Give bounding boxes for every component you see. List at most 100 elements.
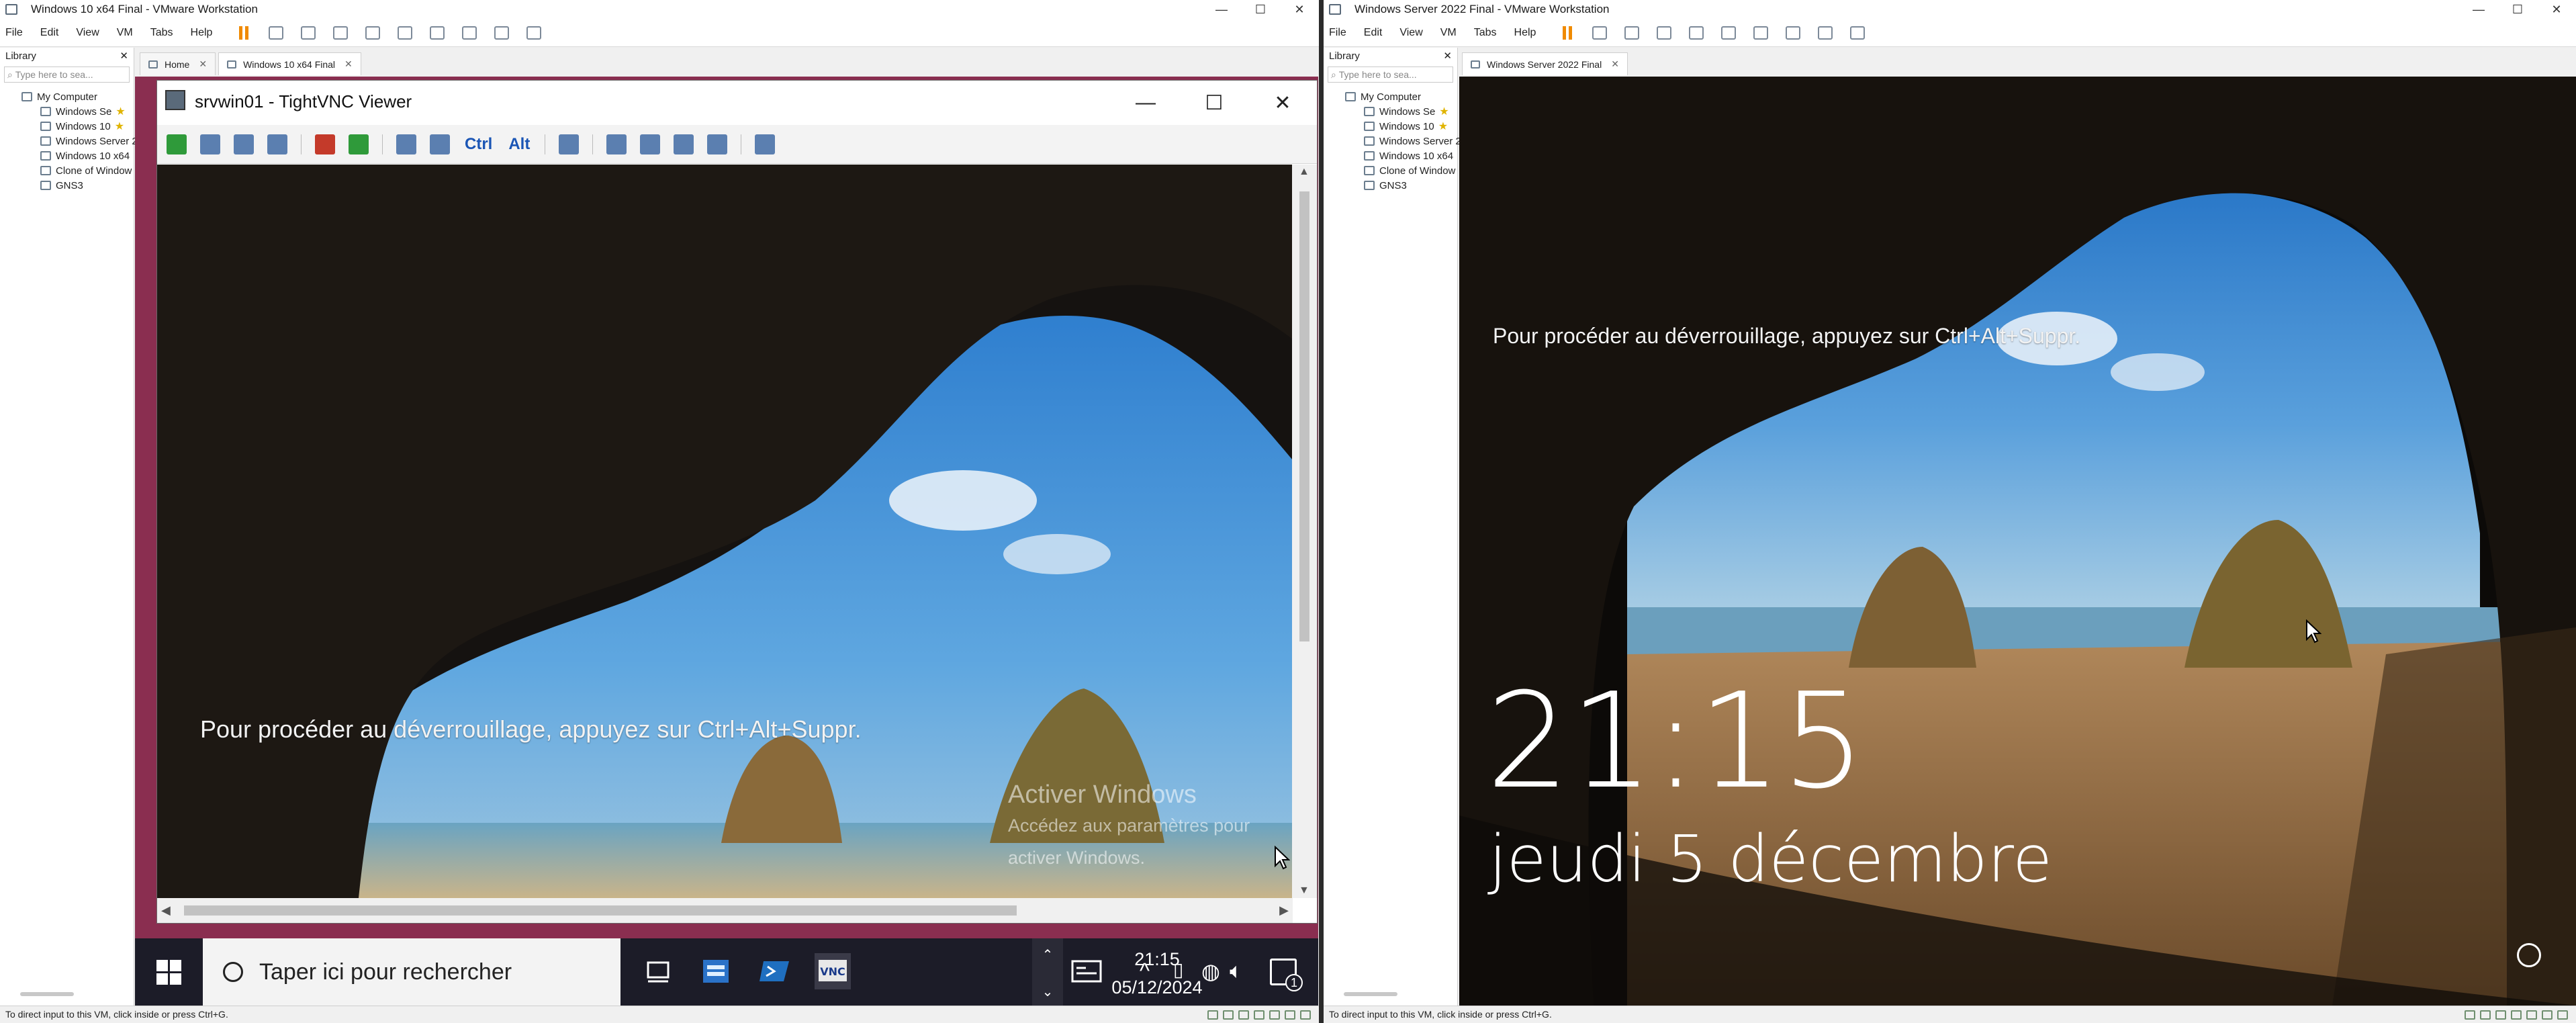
full-screen-icon[interactable] xyxy=(755,134,776,154)
vm-console-windows10[interactable]: srvwin01 - TightVNC Viewer — ☐ ✕ Ctrl Al… xyxy=(135,77,1318,1006)
sound-icon[interactable] xyxy=(1269,1010,1280,1020)
network-adapter-icon[interactable] xyxy=(2495,1010,2506,1020)
stretch-guest-icon[interactable] xyxy=(526,26,542,40)
pause-updates-icon[interactable] xyxy=(315,134,335,154)
library-node[interactable]: Windows 10 ★ xyxy=(1329,119,1457,134)
menu-help[interactable]: Help xyxy=(1514,27,1536,39)
pause-icon[interactable] xyxy=(239,26,251,40)
hdd-icon[interactable] xyxy=(1207,1010,1218,1020)
window-titlebar[interactable]: Windows 10 x64 Final - VMware Workstatio… xyxy=(0,0,1319,19)
transfer-files-icon[interactable] xyxy=(559,134,580,154)
menu-file[interactable]: File xyxy=(5,27,23,39)
menu-edit[interactable]: Edit xyxy=(1364,27,1383,39)
news-widget-icon[interactable] xyxy=(1068,953,1105,989)
tightvnc-maximize-button[interactable]: ☐ xyxy=(1180,81,1248,125)
window-titlebar[interactable]: Windows Server 2022 Final - VMware Works… xyxy=(1324,0,2576,19)
tightvnc-vertical-scrollbar[interactable]: ▲ ▼ xyxy=(1292,165,1317,898)
tab-close-icon[interactable]: ✕ xyxy=(344,58,353,70)
library-node-my-computer[interactable]: My Computer xyxy=(1329,89,1457,104)
vm-console-windows-server[interactable]: Pour procéder au déverrouillage, appuyez… xyxy=(1459,77,2576,1006)
send-ctrl-alt-del-icon[interactable] xyxy=(1592,26,1608,40)
library-node[interactable]: Windows Server 2 xyxy=(5,134,138,148)
volume-icon[interactable]: 🔈︎ xyxy=(1230,959,1242,984)
snapshot-manager-icon[interactable] xyxy=(365,26,381,40)
library-close-icon[interactable]: ✕ xyxy=(1443,50,1452,62)
tightvnc-close-button[interactable]: ✕ xyxy=(1248,81,1317,125)
library-node[interactable]: Windows 10 x64 xyxy=(1329,148,1457,163)
library-node[interactable]: Windows 10 ★ xyxy=(5,119,134,134)
send-ctrl-alt-del-icon[interactable] xyxy=(396,134,416,154)
save-session-icon[interactable] xyxy=(200,134,220,154)
hdd-icon[interactable] xyxy=(2465,1010,2475,1020)
send-ctrl-alt-del-icon[interactable] xyxy=(269,26,284,40)
alt-key-button[interactable]: Alt xyxy=(507,134,531,154)
zoom-in-icon[interactable] xyxy=(606,134,627,154)
cdrom-icon[interactable] xyxy=(2480,1010,2491,1020)
notification-center-icon[interactable]: 1 xyxy=(1270,959,1303,991)
taskbar-search-box[interactable]: Taper ici pour rechercher xyxy=(203,938,620,1006)
scroll-down-icon[interactable]: ▼ xyxy=(1299,885,1309,897)
menu-help[interactable]: Help xyxy=(191,27,213,39)
usb-icon[interactable] xyxy=(2511,1010,2522,1020)
menu-tabs[interactable]: Tabs xyxy=(150,27,173,39)
show-library-icon[interactable] xyxy=(398,26,413,40)
zoom-out-icon[interactable] xyxy=(640,134,661,154)
stretch-guest-icon[interactable] xyxy=(1850,26,1866,40)
scroll-thumb[interactable] xyxy=(184,905,1017,916)
zoom-100-icon[interactable] xyxy=(674,134,694,154)
thumbnail-bar-icon[interactable] xyxy=(430,26,445,40)
library-scrollbar[interactable] xyxy=(20,992,74,996)
taskbar-clock[interactable]: 21:15 05/12/2024 xyxy=(1107,945,1207,1002)
library-node-my-computer[interactable]: My Computer xyxy=(5,89,134,104)
maximize-button[interactable]: ☐ xyxy=(1241,0,1280,19)
connection-info-icon[interactable] xyxy=(267,134,287,154)
options-icon[interactable] xyxy=(234,134,254,154)
tightvnc-minimize-button[interactable]: — xyxy=(1111,81,1180,125)
close-button[interactable]: ✕ xyxy=(2537,0,2576,19)
full-screen-icon[interactable] xyxy=(1786,26,1801,40)
revert-snapshot-icon[interactable] xyxy=(333,26,349,40)
library-search-input[interactable]: ⌕ Type here to sea... xyxy=(4,66,130,83)
revert-snapshot-icon[interactable] xyxy=(1657,26,1672,40)
menu-view[interactable]: View xyxy=(1399,27,1422,39)
cdrom-icon[interactable] xyxy=(1223,1010,1234,1020)
library-node[interactable]: Windows Se ★ xyxy=(5,104,134,119)
menu-vm[interactable]: VM xyxy=(1440,27,1457,39)
tightvnc-titlebar[interactable]: srvwin01 - TightVNC Viewer — ☐ ✕ xyxy=(157,81,1317,125)
sound-icon[interactable] xyxy=(2526,1010,2537,1020)
new-connection-icon[interactable] xyxy=(167,134,187,154)
snapshot-manager-icon[interactable] xyxy=(1689,26,1704,40)
usb-icon[interactable] xyxy=(1254,1010,1264,1020)
library-node[interactable]: Clone of Window xyxy=(5,163,134,178)
taskbar-scroll-arrows[interactable]: ⌃ ⌄ xyxy=(1032,938,1063,1006)
menu-file[interactable]: File xyxy=(1329,27,1346,39)
display-icon[interactable] xyxy=(2542,1010,2552,1020)
server-manager-icon[interactable] xyxy=(698,953,734,989)
library-search-input[interactable]: ⌕ Type here to sea... xyxy=(1328,66,1453,83)
show-library-icon[interactable] xyxy=(1721,26,1737,40)
powershell-icon[interactable] xyxy=(757,953,793,989)
start-button[interactable] xyxy=(135,938,202,1006)
minimize-button[interactable]: — xyxy=(1202,0,1241,19)
network-adapter-icon[interactable] xyxy=(1238,1010,1249,1020)
full-screen-icon[interactable] xyxy=(462,26,477,40)
menu-vm[interactable]: VM xyxy=(117,27,133,39)
thumbnail-bar-icon[interactable] xyxy=(1753,26,1769,40)
tab-close-icon[interactable]: ✕ xyxy=(199,58,207,70)
library-node[interactable]: Windows Se ★ xyxy=(1329,104,1457,119)
tab-windows10-final[interactable]: Windows 10 x64 Final ✕ xyxy=(218,52,361,75)
console-view-icon[interactable] xyxy=(1818,26,1833,40)
library-node[interactable]: Clone of Window xyxy=(1329,163,1457,178)
send-ctrl-esc-icon[interactable] xyxy=(430,134,450,154)
menu-edit[interactable]: Edit xyxy=(40,27,59,39)
message-log-icon[interactable] xyxy=(2557,1010,2568,1020)
library-node[interactable]: GNS3 xyxy=(5,178,134,193)
snapshot-icon[interactable] xyxy=(301,26,316,40)
library-close-icon[interactable]: ✕ xyxy=(120,50,128,62)
scroll-left-icon[interactable]: ◀ xyxy=(161,903,171,918)
tightvnc-remote-view[interactable]: Pour procéder au déverrouillage, appuyez… xyxy=(157,165,1293,898)
display-icon[interactable] xyxy=(1285,1010,1295,1020)
menu-view[interactable]: View xyxy=(76,27,99,39)
menu-tabs[interactable]: Tabs xyxy=(1474,27,1497,39)
scroll-thumb[interactable] xyxy=(1299,191,1309,641)
